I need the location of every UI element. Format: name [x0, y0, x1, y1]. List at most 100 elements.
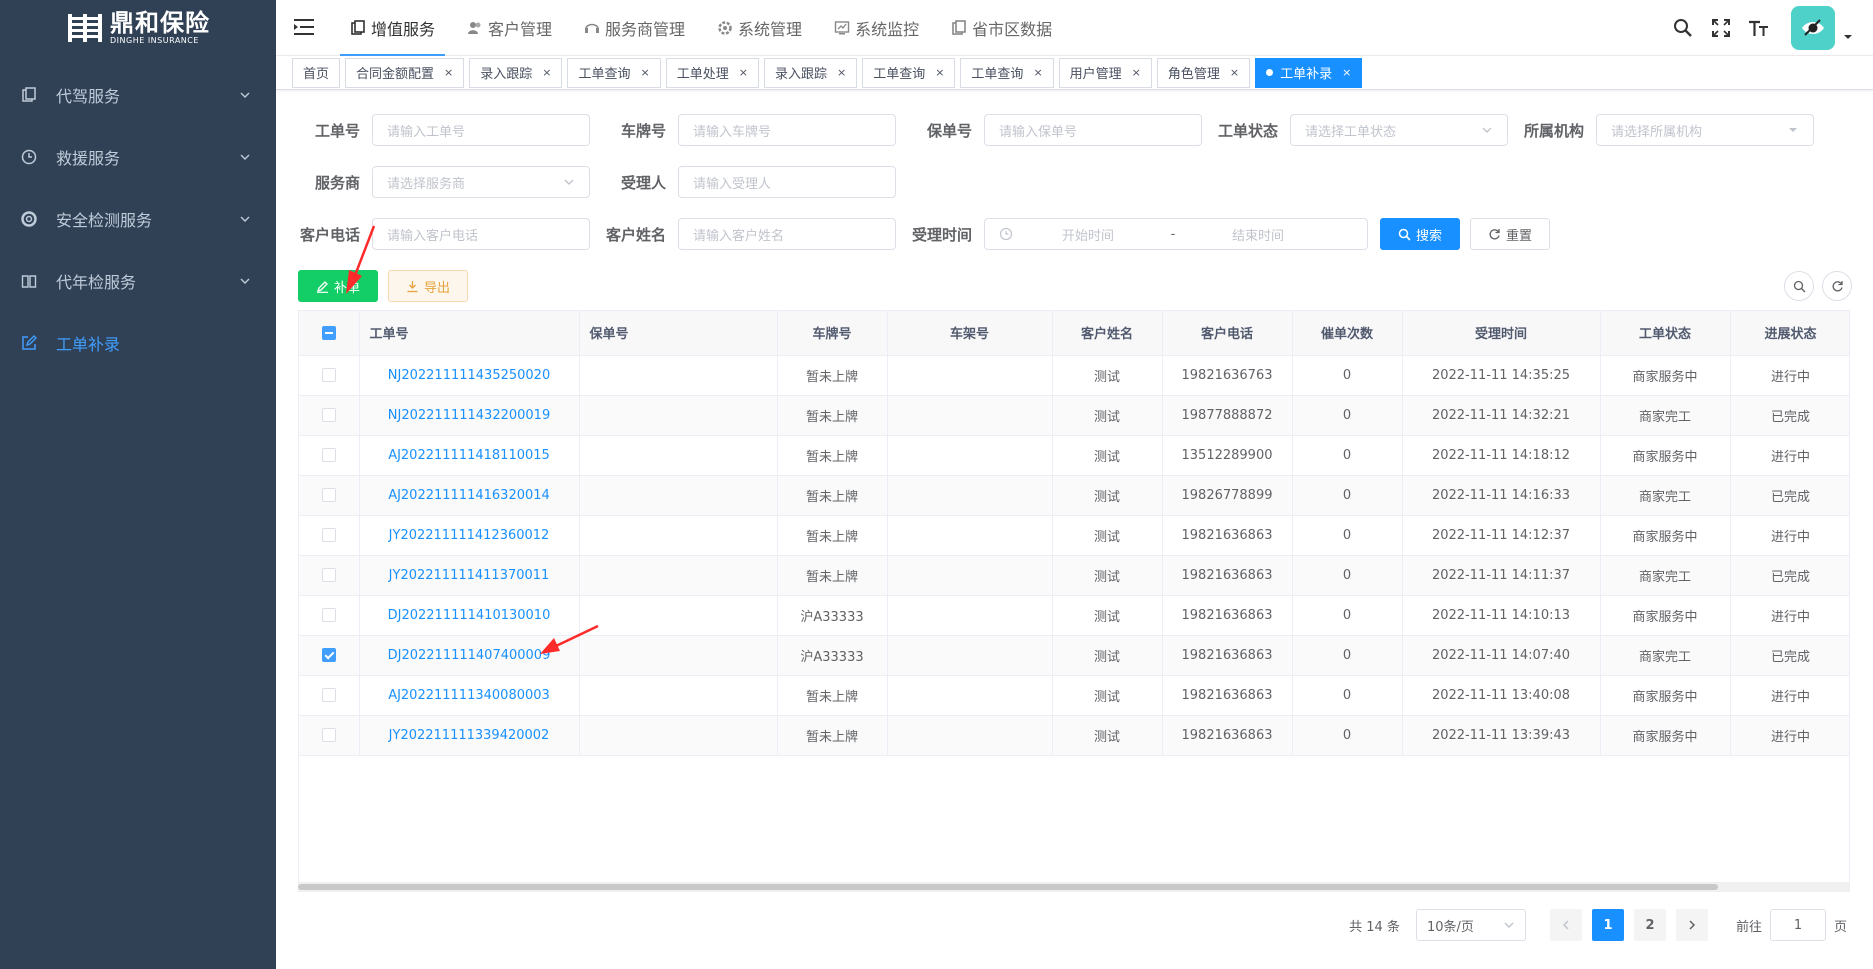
row-checkbox[interactable] [321, 448, 336, 462]
table-row[interactable]: NJ202211111435250020 暂未上牌 测试 19821636763 0 20… [299, 355, 1849, 396]
table-row[interactable]: DJ202211111407400009 沪A33333 测试 19821636863… [299, 635, 1849, 676]
page-button-2[interactable]: 2 [1633, 909, 1666, 941]
table-row[interactable]: NJ202211111432200019 暂未上牌 测试 19877888872 0 20… [299, 395, 1849, 436]
row-checkbox[interactable] [321, 528, 336, 542]
tag-item[interactable]: 工单处理 × [665, 57, 759, 88]
close-icon[interactable]: × [1230, 66, 1239, 79]
close-icon[interactable]: × [935, 66, 944, 79]
row-checkbox[interactable] [321, 568, 336, 582]
cell-order[interactable]: JY202211111411370011 [359, 555, 580, 596]
row-checkbox[interactable] [321, 648, 336, 662]
select-all-checkbox[interactable] [321, 325, 336, 340]
close-icon[interactable]: × [444, 66, 453, 79]
tag-item[interactable]: 合同金额配置 × [345, 57, 465, 88]
close-icon[interactable]: × [1033, 66, 1042, 79]
close-icon[interactable]: × [739, 66, 748, 79]
cell-order[interactable]: NJ202211111435250020 [359, 355, 580, 396]
row-select-cell[interactable] [299, 475, 360, 516]
export-button[interactable]: 导出 [388, 270, 468, 302]
row-select-cell[interactable] [299, 435, 360, 476]
scrollbar-thumb[interactable] [298, 884, 1718, 890]
row-checkbox[interactable] [321, 728, 336, 742]
avatar[interactable] [1791, 6, 1835, 50]
cell-order[interactable]: AJ202211111418110015 [359, 435, 580, 476]
acceptor-input[interactable]: 请输入受理人 [678, 166, 896, 198]
sidebar-item-rescue[interactable]: 救援服务 [0, 126, 276, 188]
hamburger-icon[interactable] [294, 18, 314, 36]
cell-order[interactable]: NJ202211111432200019 [359, 395, 580, 436]
sidebar-item-driving[interactable]: 代驾服务 [0, 64, 276, 126]
tag-item[interactable]: 录入跟踪 × [763, 57, 858, 88]
sidebar-item-safety-check[interactable]: 安全检测服务 [0, 188, 276, 250]
prev-page-button[interactable] [1549, 909, 1582, 941]
tag-item[interactable]: 工单查询 × [960, 57, 1054, 88]
refresh-button[interactable] [1822, 271, 1852, 301]
toggle-search-button[interactable] [1784, 271, 1814, 301]
row-checkbox[interactable] [321, 488, 336, 502]
table-row[interactable]: AJ202211111340080003 暂未上牌 测试 19821636863 0 20… [299, 675, 1849, 716]
page-button-1[interactable]: 1 [1591, 909, 1624, 941]
table-row[interactable]: DJ202211111410130010 沪A33333 测试 19821636863… [299, 595, 1849, 636]
policy-input[interactable]: 请输入保单号 [984, 114, 1202, 146]
row-select-cell[interactable] [299, 715, 360, 756]
cell-order[interactable]: AJ202211111416320014 [359, 475, 580, 516]
org-select[interactable]: 请选择所属机构 [1596, 114, 1814, 146]
tag-item[interactable]: 首页 [292, 57, 341, 88]
time-range-picker[interactable]: 开始时间 - 结束时间 [984, 218, 1368, 250]
close-icon[interactable]: × [542, 66, 551, 79]
table-row[interactable]: JY202211111412360012 暂未上牌 测试 19821636863 0 20… [299, 515, 1849, 556]
select-all-cell[interactable] [299, 311, 360, 356]
cell-order[interactable]: AJ202211111340080003 [359, 675, 580, 716]
table-row[interactable]: AJ202211111418110015 暂未上牌 测试 13512289900 0 20… [299, 435, 1849, 476]
topnav-system-monitor[interactable]: 系统监控 [824, 0, 929, 56]
row-select-cell[interactable] [299, 395, 360, 436]
reset-button[interactable]: 重置 [1470, 218, 1550, 250]
order-no-input[interactable]: 请输入工单号 [372, 114, 590, 146]
search-button[interactable]: 搜索 [1380, 218, 1460, 250]
table-row[interactable]: JY202211111339420002 暂未上牌 测试 19821636863 0 20… [299, 715, 1849, 756]
caret-down-icon[interactable] [1843, 32, 1853, 42]
row-select-cell[interactable] [299, 515, 360, 556]
tag-item[interactable]: 角色管理 × [1156, 57, 1251, 88]
cell-order[interactable]: JY202211111339420002 [359, 715, 580, 756]
tag-item[interactable]: 录入跟踪 × [469, 57, 563, 88]
close-icon[interactable]: × [837, 66, 846, 79]
status-select[interactable]: 请选择工单状态 [1290, 114, 1508, 146]
tag-item[interactable]: 工单查询 × [567, 57, 661, 88]
next-page-button[interactable] [1675, 909, 1708, 941]
topnav-system-management[interactable]: 系统管理 [707, 0, 812, 56]
sidebar-item-order-supplement[interactable]: 工单补录 [0, 312, 276, 374]
tag-item[interactable]: 用户管理 × [1058, 57, 1152, 88]
topnav-value-added-services[interactable]: 增值服务 [340, 0, 446, 56]
close-icon[interactable]: × [641, 66, 650, 79]
row-checkbox[interactable] [321, 368, 336, 382]
row-select-cell[interactable] [299, 555, 360, 596]
phone-input[interactable]: 请输入客户电话 [372, 218, 590, 250]
row-select-cell[interactable] [299, 595, 360, 636]
plate-input[interactable]: 请输入车牌号 [678, 114, 896, 146]
fullscreen-icon[interactable] [1709, 16, 1733, 40]
row-select-cell[interactable] [299, 635, 360, 676]
tag-item[interactable]: 工单查询 × [862, 57, 956, 88]
topnav-customer-management[interactable]: 客户管理 [457, 0, 562, 56]
font-size-icon[interactable] [1747, 16, 1771, 40]
row-checkbox[interactable] [321, 688, 336, 702]
row-select-cell[interactable] [299, 355, 360, 396]
row-select-cell[interactable] [299, 675, 360, 716]
row-checkbox[interactable] [321, 408, 336, 422]
goto-page-input[interactable]: 1 [1769, 909, 1826, 941]
tag-item[interactable]: 工单补录 × [1255, 57, 1363, 88]
provider-select[interactable]: 请选择服务商 [372, 166, 590, 198]
close-icon[interactable]: × [1132, 66, 1141, 79]
table-row[interactable]: JY202211111411370011 暂未上牌 测试 19821636863 0 20… [299, 555, 1849, 596]
close-icon[interactable]: × [1342, 66, 1351, 79]
table-row[interactable]: AJ202211111416320014 暂未上牌 测试 19826778899 0 20… [299, 475, 1849, 516]
topnav-region-data[interactable]: 省市区数据 [941, 0, 1062, 56]
cell-order[interactable]: JY202211111412360012 [359, 515, 580, 556]
row-checkbox[interactable] [321, 608, 336, 622]
topnav-provider-management[interactable]: 服务商管理 [574, 0, 695, 56]
search-icon[interactable] [1671, 16, 1695, 40]
sidebar-item-annual-inspection[interactable]: 代年检服务 [0, 250, 276, 312]
name-input[interactable]: 请输入客户姓名 [678, 218, 896, 250]
page-size-select[interactable]: 10条/页 [1415, 909, 1526, 941]
